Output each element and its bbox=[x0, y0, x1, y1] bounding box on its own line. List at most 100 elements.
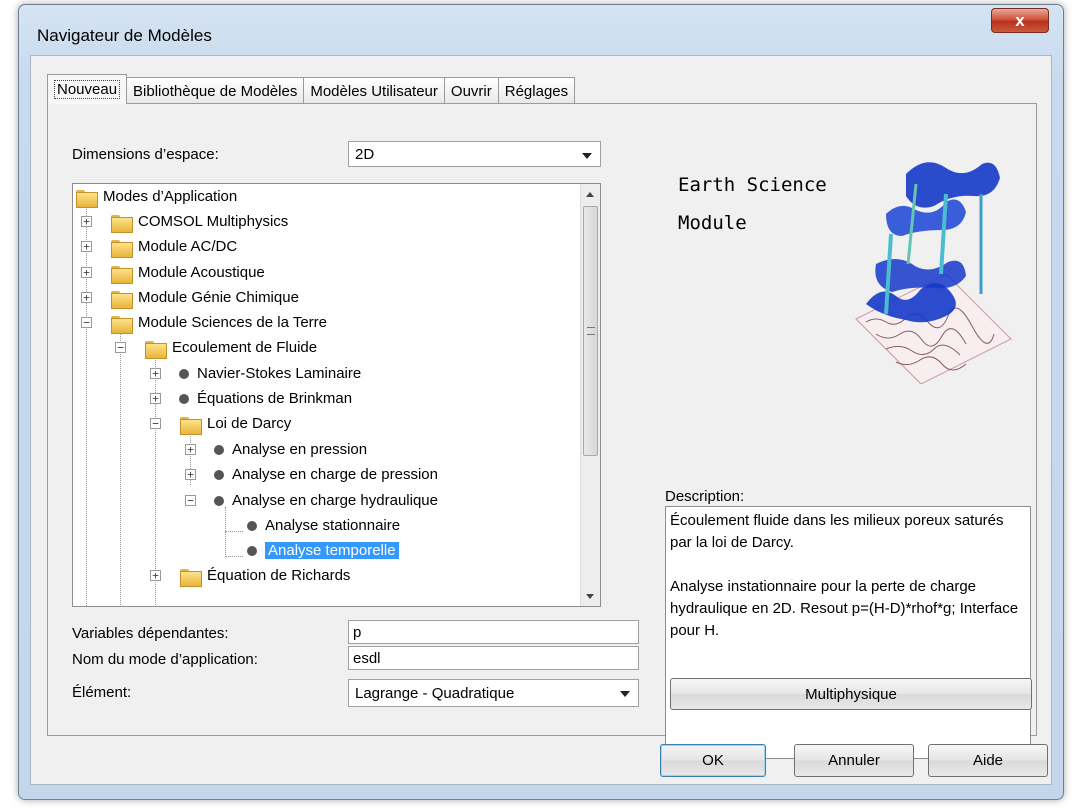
collapse-minus-icon[interactable]: − bbox=[185, 495, 196, 506]
tree-connector bbox=[225, 531, 243, 532]
collapse-minus-icon[interactable]: − bbox=[115, 342, 126, 353]
module-preview: Earth Science Module bbox=[636, 154, 1026, 454]
chevron-down-icon bbox=[582, 153, 592, 159]
expand-plus-icon[interactable]: + bbox=[150, 570, 161, 581]
tree-vertical-scrollbar[interactable] bbox=[580, 184, 600, 606]
dependent-variables-label: Variables dépendantes: bbox=[72, 625, 229, 642]
scroll-down-arrow-icon[interactable] bbox=[581, 586, 600, 606]
tab-nouveau[interactable]: Nouveau bbox=[47, 74, 128, 104]
tree-item-pressure-head-analysis[interactable]: Analyse en charge de pression bbox=[211, 462, 438, 487]
bullet-icon bbox=[214, 444, 224, 455]
folder-icon bbox=[111, 314, 133, 334]
tree-item-application-modes[interactable]: Modes d’Application bbox=[76, 184, 237, 209]
chevron-down-icon bbox=[620, 691, 630, 697]
tree-item-label: Module AC/DC bbox=[138, 238, 238, 255]
tree-item-navier-stokes[interactable]: Navier-Stokes Laminaire bbox=[176, 361, 361, 386]
expand-plus-icon[interactable]: + bbox=[185, 469, 196, 480]
tree-item-label: Équation de Richards bbox=[207, 567, 351, 584]
tree-connector bbox=[120, 329, 121, 606]
tree-item-chemical[interactable]: Module Génie Chimique bbox=[111, 285, 299, 310]
expand-plus-icon[interactable]: + bbox=[81, 216, 92, 227]
scrollbar-thumb[interactable] bbox=[583, 206, 598, 456]
description-box: Écoulement fluide dans les milieux poreu… bbox=[665, 506, 1031, 759]
tree-item-label: Analyse stationnaire bbox=[265, 517, 401, 534]
tree-item-darcy[interactable]: Loi de Darcy bbox=[180, 411, 291, 436]
tree-item-hydraulic-head-analysis[interactable]: Analyse en charge hydraulique bbox=[211, 488, 438, 513]
folder-icon bbox=[76, 188, 98, 208]
tree-item-richards[interactable]: Équation de Richards bbox=[180, 563, 350, 588]
description-paragraph-2: Analyse instationnaire pour la perte de … bbox=[670, 578, 1019, 639]
tree-item-label: COMSOL Multiphysics bbox=[138, 213, 289, 230]
window-title: Navigateur de Modèles bbox=[37, 26, 212, 45]
bullet-icon bbox=[214, 495, 224, 506]
tab-open[interactable]: Ouvrir bbox=[443, 77, 499, 104]
element-value: Lagrange - Quadratique bbox=[355, 684, 515, 702]
expand-plus-icon[interactable]: + bbox=[150, 393, 161, 404]
expand-plus-icon[interactable]: + bbox=[81, 267, 92, 278]
folder-icon bbox=[111, 264, 133, 284]
tree-item-transient-analysis[interactable]: Analyse temporelle bbox=[244, 538, 399, 563]
expand-plus-icon[interactable]: + bbox=[81, 241, 92, 252]
collapse-minus-icon[interactable]: − bbox=[150, 418, 161, 429]
tab-settings[interactable]: Réglages bbox=[497, 77, 576, 104]
ok-button[interactable]: OK bbox=[660, 744, 766, 777]
multiphysics-button[interactable]: Multiphysique bbox=[670, 678, 1032, 710]
tree-item-label: Module Génie Chimique bbox=[138, 289, 299, 306]
bullet-icon bbox=[247, 520, 257, 531]
application-mode-name-label: Nom du mode d’application: bbox=[72, 651, 258, 668]
tab-model-library[interactable]: Bibliothèque de Modèles bbox=[126, 77, 305, 104]
tree-item-label: Analyse en pression bbox=[232, 441, 368, 458]
folder-icon bbox=[111, 213, 133, 233]
application-modes-tree[interactable]: Modes d’Application + COMSOL Multiphysic… bbox=[72, 183, 601, 607]
tree-item-label: Loi de Darcy bbox=[207, 415, 292, 432]
tree-item-label: Navier-Stokes Laminaire bbox=[197, 365, 362, 382]
expand-plus-icon[interactable]: + bbox=[150, 368, 161, 379]
folder-icon bbox=[180, 567, 202, 587]
element-label: Élément: bbox=[72, 684, 132, 701]
tab-user-models[interactable]: Modèles Utilisateur bbox=[303, 77, 445, 104]
element-select[interactable]: Lagrange - Quadratique bbox=[348, 679, 639, 707]
tree-item-label: Analyse en charge de pression bbox=[232, 466, 438, 483]
tree-item-label-selected: Analyse temporelle bbox=[265, 542, 399, 559]
tree-item-label: Modes d’Application bbox=[103, 188, 238, 205]
bullet-icon bbox=[179, 393, 189, 404]
tree-item-pressure-analysis[interactable]: Analyse en pression bbox=[211, 437, 367, 462]
tree-item-comsol[interactable]: COMSOL Multiphysics bbox=[111, 209, 288, 234]
application-mode-name-input[interactable]: esdl bbox=[348, 646, 639, 670]
folder-icon bbox=[145, 339, 167, 359]
tree-item-brinkman[interactable]: Équations de Brinkman bbox=[176, 386, 352, 411]
title-bar[interactable]: Navigateur de Modèles x bbox=[19, 5, 1063, 61]
bullet-icon bbox=[247, 545, 257, 556]
collapse-minus-icon[interactable]: − bbox=[81, 317, 92, 328]
expand-plus-icon[interactable]: + bbox=[81, 292, 92, 303]
tab-strip: Nouveau Bibliothèque de Modèles Modèles … bbox=[47, 74, 576, 104]
tree-item-label: Analyse en charge hydraulique bbox=[232, 492, 438, 509]
tab-nouveau-label: Nouveau bbox=[54, 80, 121, 99]
folder-icon bbox=[180, 415, 202, 435]
tree-item-earth-science[interactable]: Module Sciences de la Terre bbox=[111, 310, 327, 335]
folder-icon bbox=[111, 238, 133, 258]
tree-item-fluid-flow[interactable]: Ecoulement de Fluide bbox=[145, 335, 317, 360]
tab-panel-nouveau: Dimensions d’espace: 2D Modes d’Applicat… bbox=[47, 103, 1037, 759]
scroll-up-arrow-icon[interactable] bbox=[581, 184, 600, 204]
space-dimension-select[interactable]: 2D bbox=[348, 141, 601, 167]
space-dimension-label: Dimensions d’espace: bbox=[72, 146, 219, 163]
tree-item-acdc[interactable]: Module AC/DC bbox=[111, 234, 237, 259]
tree-item-label: Module Acoustique bbox=[138, 264, 265, 281]
tree-item-acoustics[interactable]: Module Acoustique bbox=[111, 260, 265, 285]
description-paragraph-1: Écoulement fluide dans les milieux poreu… bbox=[670, 512, 1004, 551]
tree-connector bbox=[225, 556, 243, 557]
dependent-variables-input[interactable]: p bbox=[348, 620, 639, 644]
tree-item-label: Ecoulement de Fluide bbox=[172, 339, 318, 356]
model-navigator-window: Navigateur de Modèles x Nouveau Biblioth… bbox=[18, 4, 1064, 800]
tree-item-label: Module Sciences de la Terre bbox=[138, 314, 327, 331]
close-button[interactable]: x bbox=[991, 8, 1049, 33]
description-label: Description: bbox=[665, 488, 745, 505]
tree-item-stationary-analysis[interactable]: Analyse stationnaire bbox=[244, 513, 400, 538]
expand-plus-icon[interactable]: + bbox=[185, 444, 196, 455]
folder-icon bbox=[111, 289, 133, 309]
help-button[interactable]: Aide bbox=[928, 744, 1048, 777]
bullet-icon bbox=[179, 368, 189, 379]
cancel-button[interactable]: Annuler bbox=[794, 744, 914, 777]
space-dimension-value: 2D bbox=[355, 145, 375, 163]
